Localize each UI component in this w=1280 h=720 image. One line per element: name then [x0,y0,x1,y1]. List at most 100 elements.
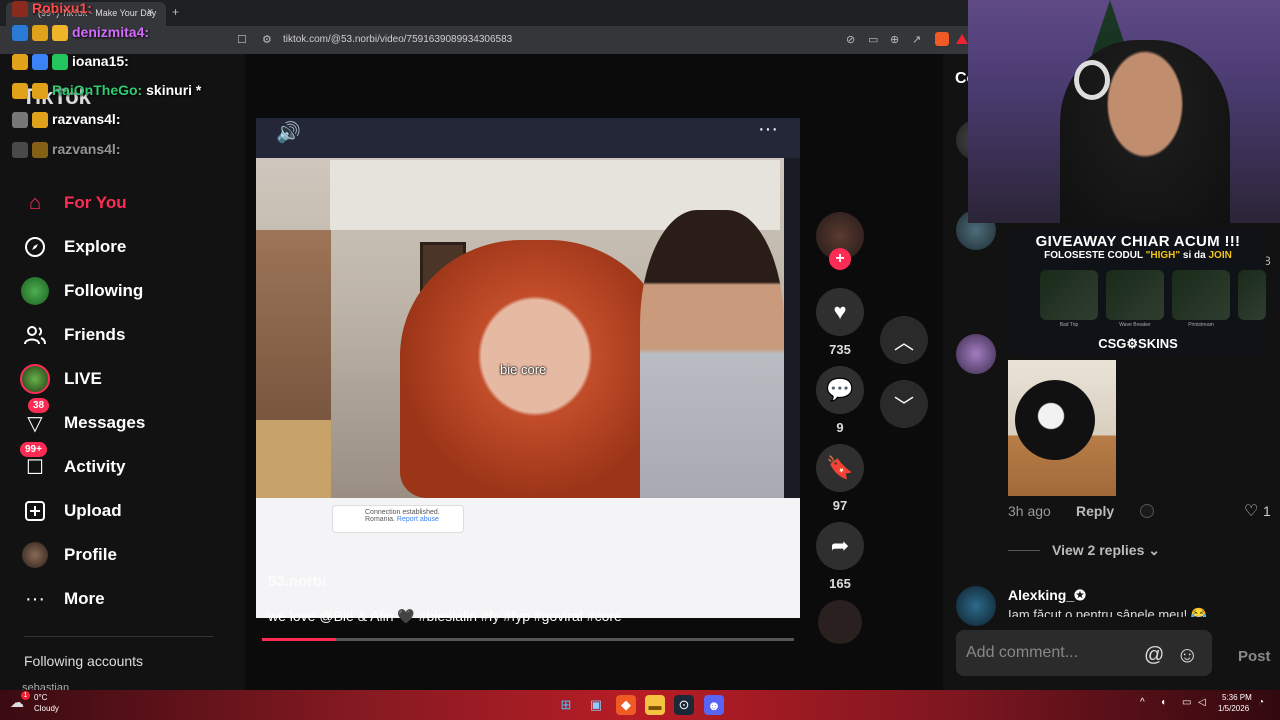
notification-bell-icon[interactable]: ◔ [1258,697,1264,708]
comment-like-count: 1 [1263,503,1271,519]
chat-user: denizmita4: [72,24,150,40]
comment-time: 3h ago [1008,503,1051,519]
video-progress-track[interactable] [262,638,794,641]
commenter-name[interactable]: Alexking_✪ [1008,587,1086,604]
like-button[interactable]: ♥ [816,288,864,336]
mention-icon[interactable]: @ [1144,644,1164,667]
chevron-up-icon[interactable]: ^ [1140,697,1145,708]
emoji-icon[interactable]: ☺ [1176,642,1198,668]
chat-badge-icon [32,25,48,42]
chat-text: skinuri * [146,82,202,98]
volume-icon[interactable]: 🔊 [276,120,301,145]
sidebar-item-for-you[interactable]: ⌂ For You [20,186,220,220]
reply-button[interactable]: Reply [1076,503,1114,519]
mute-site-icon[interactable]: ⊘ [846,33,855,46]
music-disc-icon[interactable] [818,600,862,644]
skin-name: Bad Trip [1059,322,1079,328]
sidebar-item-profile[interactable]: Profile [20,538,220,572]
activity-badge: 99+ [20,442,47,457]
bookmark-icon[interactable]: ☐ [237,33,247,46]
follow-plus-icon[interactable]: + [829,248,851,270]
chat-user: Robixu1: [32,0,92,16]
comment-text: Iam făcut o pentru sânele meu! 😂 [1008,607,1208,617]
comment-input[interactable]: Add comment... [956,630,1212,676]
comment-count: 9 [836,420,844,435]
steam-icon[interactable]: ⊙ [674,695,694,715]
chat-badge-icon [12,83,28,100]
like-count: 735 [829,342,851,357]
comment-button[interactable]: 💬 [816,366,864,414]
video-progress-fill [262,638,337,641]
discord-icon[interactable]: ☻ [704,695,724,715]
compass-icon [20,232,50,262]
site-info-icon[interactable]: ⚙ [262,33,272,46]
sidebar-item-label: Explore [64,237,127,256]
view-replies-button[interactable]: View 2 replies ⌄ [1052,542,1160,559]
volume-tray-icon[interactable]: ◁ [1198,697,1206,708]
sidebar-item-friends[interactable]: Friends [20,318,220,352]
commenter-avatar[interactable] [956,586,996,626]
weather-condition[interactable]: Cloudy [34,704,59,713]
new-tab-button[interactable]: + [172,5,179,19]
connection-status-box: Connection established. Romania. Report … [332,505,464,533]
video-person-right [640,210,784,498]
previous-video-button[interactable]: ︿ [880,316,928,364]
brave-shield-icon[interactable] [935,32,949,46]
report-abuse-link: Report abuse [396,516,439,523]
sidebar-item-label: Activity [64,457,126,476]
cast-icon[interactable]: ▭ [868,33,878,46]
chevron-down-icon: ⌄ [1148,542,1160,558]
giveaway-title: GIVEAWAY CHIAR ACUM !!! [1035,233,1241,250]
brave-rewards-icon[interactable] [956,34,968,44]
replies-divider [1008,550,1040,551]
heart-outline-icon[interactable]: ♡ [1244,501,1258,521]
chat-badge-icon [12,112,28,129]
share-icon[interactable]: ↗ [912,33,921,46]
friends-icon [20,320,50,350]
chat-badge-icon [12,54,28,71]
sidebar-item-live[interactable]: LIVE [20,362,220,396]
sidebar-item-explore[interactable]: Explore [20,230,220,264]
video-author[interactable]: 53.norbi [268,573,326,590]
next-video-button[interactable]: ﹀ [880,380,928,428]
audio-device-icon[interactable]: ◖ [1160,697,1166,708]
post-button[interactable]: Post [1238,648,1271,665]
view-replies-label: View 2 replies [1052,542,1145,558]
file-explorer-icon[interactable]: ▬ [645,695,665,715]
commenter-avatar[interactable] [956,334,996,374]
close-tab-icon[interactable]: × [147,6,153,18]
task-view-icon[interactable]: ▣ [586,695,606,715]
chat-badge-icon [12,142,28,159]
skin-name: Wave Breaker [1119,322,1151,328]
zoom-icon[interactable]: ⊕ [890,33,899,46]
chat-badge-icon [12,25,28,42]
sidebar-item-label: Profile [64,545,117,564]
share-button[interactable]: ➦ [816,522,864,570]
creator-liked-avatar [1140,504,1154,518]
sidebar-item-messages[interactable]: ▽ 38 Messages [20,398,220,440]
comment-icon: 💬 [826,377,854,402]
chat-badge-icon [32,54,48,71]
video-subtitle: bie core [500,362,547,377]
clock-time[interactable]: 5:36 PM [1222,693,1252,702]
sidebar-item-upload[interactable]: Upload [20,494,220,528]
windows-start-icon[interactable]: ⊞ [556,695,576,715]
weather-temperature[interactable]: 0°C [34,693,47,702]
video-inner-topbar [256,118,800,158]
clock-date[interactable]: 1/5/2026 [1218,704,1249,713]
sidebar-item-activity[interactable]: ☐ 99+ Activity [20,442,220,484]
brave-browser-icon[interactable]: ◆ [616,695,636,715]
giveaway-join: JOIN [1208,250,1232,261]
network-icon[interactable]: ▭ [1182,697,1191,708]
sidebar-item-label: Friends [64,325,126,344]
screen: (99+) TikTok - Make Your Day × + ☐ tikto… [0,0,1280,720]
sidebar-item-label: Upload [64,501,122,520]
sidebar-item-label: For You [64,193,127,212]
sidebar-item-following[interactable]: Following [20,274,220,308]
sidebar-item-more[interactable]: ··· More [20,582,220,616]
sidebar-item-label: LIVE [64,369,102,388]
connection-title: Connection established. [365,509,440,516]
save-button[interactable]: 🔖 [816,444,864,492]
live-icon [20,364,50,394]
video-more-icon[interactable]: ··· [758,118,778,141]
